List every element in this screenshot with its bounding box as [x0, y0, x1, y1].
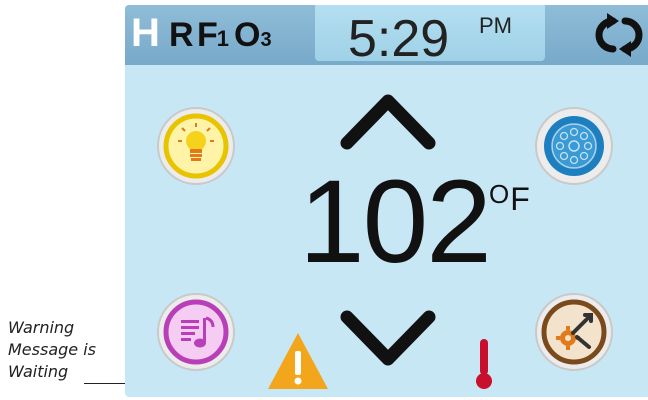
- music-button[interactable]: [155, 291, 237, 373]
- degree-symbol: O: [489, 179, 510, 209]
- refresh-button[interactable]: [587, 5, 648, 65]
- ozone-indicator: O3: [234, 18, 272, 52]
- ozone-number: 3: [260, 29, 272, 51]
- filter-indicator: F1: [197, 16, 229, 54]
- down-arrow-icon: [340, 310, 436, 366]
- clock-time: 5:29: [348, 10, 450, 68]
- light-bulb-icon: [157, 107, 235, 185]
- temperature-up-button[interactable]: [333, 85, 443, 155]
- music-icon: [157, 293, 235, 371]
- refresh-icon: [595, 13, 643, 57]
- settings-button[interactable]: [533, 291, 615, 373]
- heat-mode-indicator: H: [131, 11, 160, 55]
- jets-button[interactable]: [533, 105, 615, 187]
- status-bar: H R F1 O3 5:29 PM: [125, 5, 648, 68]
- annotation-line-3: Waiting: [8, 362, 69, 381]
- light-button[interactable]: [155, 105, 237, 187]
- thermometer-icon: [471, 335, 497, 391]
- warning-annotation: Warning Message is Waiting: [8, 317, 126, 383]
- warning-triangle-icon: [268, 333, 328, 389]
- heater-thermometer-icon: [476, 339, 492, 389]
- annotation-line-2: Message is: [8, 340, 96, 359]
- annotation-line-1: Warning: [8, 318, 75, 337]
- temperature-value: 102: [299, 156, 492, 288]
- jets-icon: [535, 107, 613, 185]
- filter-letter: F: [197, 16, 218, 54]
- temperature-down-button[interactable]: [333, 305, 443, 375]
- up-arrow-icon: [340, 94, 436, 150]
- settings-icon: [535, 293, 613, 371]
- ready-mode-indicator: R: [169, 16, 194, 54]
- filter-number: 1: [216, 26, 229, 51]
- ozone-letter: O: [234, 16, 261, 54]
- clock-ampm: PM: [479, 13, 512, 38]
- spa-control-screen: H R F1 O3 5:29 PM 102 O F: [125, 5, 648, 397]
- temperature-unit: O F: [489, 179, 530, 218]
- warning-icon[interactable]: [265, 329, 331, 393]
- unit-letter: F: [510, 181, 530, 217]
